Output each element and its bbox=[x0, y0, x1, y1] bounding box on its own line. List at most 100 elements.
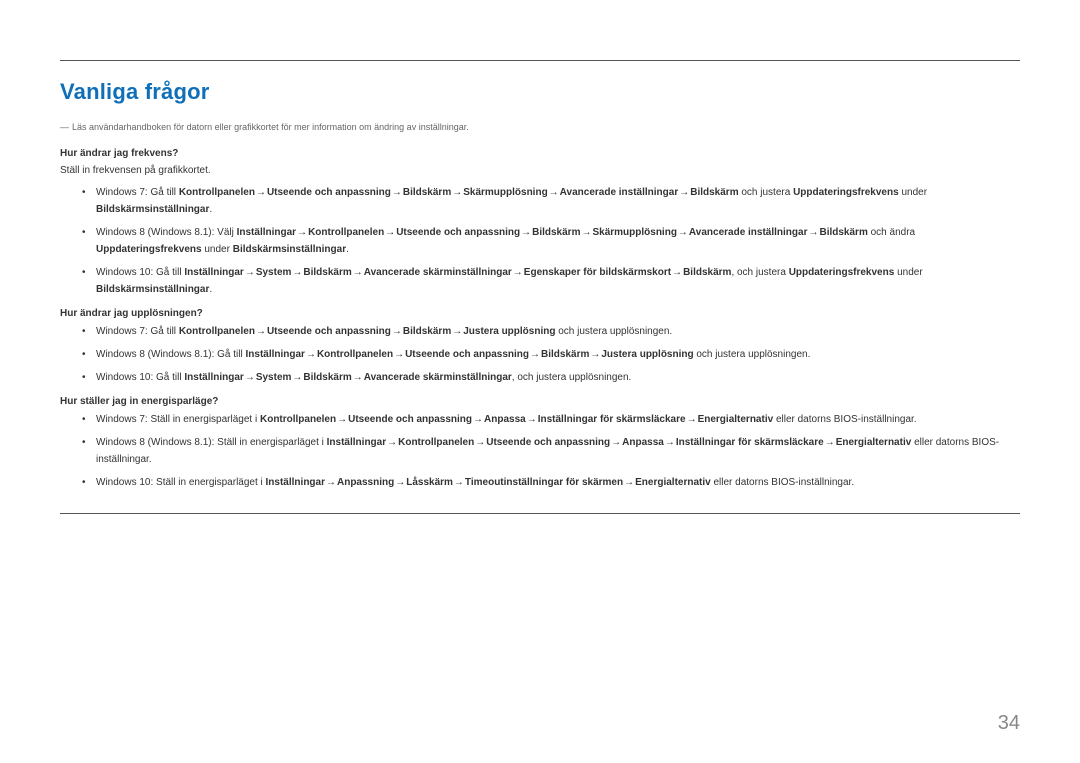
nav-path-segment: Energialternativ bbox=[836, 437, 912, 448]
nav-path-segment: Avancerade skärminställningar bbox=[364, 372, 512, 383]
arrow-icon: → bbox=[808, 224, 818, 241]
nav-path-segment: Bildskärm bbox=[819, 227, 867, 238]
nav-path-segment: Utseende och anpassning bbox=[267, 326, 391, 337]
nav-path-segment: Inställningar för skärmsläckare bbox=[676, 437, 824, 448]
nav-path-segment: Låsskärm bbox=[406, 477, 453, 488]
arrow-icon: → bbox=[527, 411, 537, 428]
nav-path-segment: Bildskärm bbox=[303, 372, 351, 383]
target-term: Uppdateringsfrekvens bbox=[789, 267, 895, 278]
nav-path-segment: Kontrollpanelen bbox=[308, 227, 384, 238]
list-item: Windows 8 (Windows 8.1): Välj Inställnin… bbox=[82, 224, 1020, 258]
arrow-icon: → bbox=[672, 264, 682, 281]
target-term: Uppdateringsfrekvens bbox=[793, 187, 899, 198]
list-item: Windows 7: Ställ in energisparläget i Ko… bbox=[82, 411, 1020, 428]
nav-path-segment: Kontrollpanelen bbox=[260, 414, 336, 425]
nav-path-segment: Inställningar bbox=[327, 437, 386, 448]
nav-path-segment: Skärmupplösning bbox=[463, 187, 547, 198]
arrow-icon: → bbox=[387, 434, 397, 451]
nav-path-segment: System bbox=[256, 372, 292, 383]
nav-path-segment: System bbox=[256, 267, 292, 278]
page-title: Vanliga frågor bbox=[60, 79, 1020, 105]
arrow-icon: → bbox=[245, 369, 255, 386]
arrow-icon: → bbox=[549, 184, 559, 201]
nav-path-segment: Energialternativ bbox=[635, 477, 711, 488]
nav-path-segment: Timeoutinställningar för skärmen bbox=[465, 477, 623, 488]
nav-path-segment: Inställningar bbox=[237, 227, 296, 238]
faq-sections: Hur ändrar jag frekvens? Ställ in frekven… bbox=[60, 148, 1020, 491]
nav-path-segment: Avancerade inställningar bbox=[689, 227, 808, 238]
arrow-icon: → bbox=[590, 346, 600, 363]
arrow-icon: → bbox=[825, 434, 835, 451]
arrow-icon: → bbox=[326, 474, 336, 491]
nav-path-segment: Utseende och anpassning bbox=[267, 187, 391, 198]
list-item: Windows 8 (Windows 8.1): Ställ in energi… bbox=[82, 434, 1020, 468]
nav-path-segment: Inställningar bbox=[184, 267, 243, 278]
arrow-icon: → bbox=[611, 434, 621, 451]
arrow-icon: → bbox=[513, 264, 523, 281]
nav-path-segment: Inställningar bbox=[246, 349, 305, 360]
arrow-icon: → bbox=[292, 369, 302, 386]
info-note: Läs användarhandboken för datorn eller g… bbox=[60, 121, 1020, 134]
nav-path-segment: Utseende och anpassning bbox=[396, 227, 520, 238]
arrow-icon: → bbox=[678, 224, 688, 241]
arrow-icon: → bbox=[665, 434, 675, 451]
nav-path-segment: Skärmupplösning bbox=[592, 227, 676, 238]
bullet-list: Windows 7: Gå till Kontrollpanelen → Uts… bbox=[82, 323, 1020, 386]
trail-term: Bildskärmsinställningar bbox=[233, 244, 346, 255]
nav-path-segment: Inställningar bbox=[266, 477, 325, 488]
list-item: Windows 10: Gå till Inställningar → Syst… bbox=[82, 369, 1020, 386]
nav-path-segment: Justera upplösning bbox=[463, 326, 555, 337]
nav-path-segment: Kontrollpanelen bbox=[179, 187, 255, 198]
bottom-rule bbox=[60, 513, 1020, 514]
faq-intro: Ställ in frekvensen på grafikkortet. bbox=[60, 163, 1020, 178]
page-number: 34 bbox=[998, 712, 1020, 735]
bullet-list: Windows 7: Ställ in energisparläget i Ko… bbox=[82, 411, 1020, 491]
arrow-icon: → bbox=[624, 474, 634, 491]
arrow-icon: → bbox=[353, 264, 363, 281]
arrow-icon: → bbox=[292, 264, 302, 281]
nav-path-segment: Justera upplösning bbox=[601, 349, 693, 360]
nav-path-segment: Bildskärm bbox=[303, 267, 351, 278]
document-page: Vanliga frågor Läs användarhandboken för… bbox=[0, 0, 1080, 763]
nav-path-segment: Anpassning bbox=[337, 477, 394, 488]
nav-path-segment: Kontrollpanelen bbox=[317, 349, 393, 360]
arrow-icon: → bbox=[452, 184, 462, 201]
arrow-icon: → bbox=[256, 184, 266, 201]
list-item: Windows 7: Gå till Kontrollpanelen → Uts… bbox=[82, 184, 1020, 218]
nav-path-segment: Bildskärm bbox=[403, 326, 451, 337]
arrow-icon: → bbox=[245, 264, 255, 281]
nav-path-segment: Bildskärm bbox=[532, 227, 580, 238]
list-item: Windows 8 (Windows 8.1): Gå till Inställ… bbox=[82, 346, 1020, 363]
arrow-icon: → bbox=[581, 224, 591, 241]
nav-path-segment: Avancerade inställningar bbox=[560, 187, 679, 198]
nav-path-segment: Kontrollpanelen bbox=[398, 437, 474, 448]
faq-question: Hur ändrar jag frekvens? bbox=[60, 148, 1020, 159]
arrow-icon: → bbox=[337, 411, 347, 428]
arrow-icon: → bbox=[687, 411, 697, 428]
nav-path-segment: Bildskärm bbox=[541, 349, 589, 360]
arrow-icon: → bbox=[297, 224, 307, 241]
nav-path-segment: Anpassa bbox=[484, 414, 526, 425]
arrow-icon: → bbox=[392, 323, 402, 340]
nav-path-segment: Egenskaper för bildskärmskort bbox=[524, 267, 671, 278]
list-item: Windows 10: Ställ in energisparläget i I… bbox=[82, 474, 1020, 491]
nav-path-segment: Anpassa bbox=[622, 437, 664, 448]
nav-path-segment: Bildskärm bbox=[690, 187, 738, 198]
arrow-icon: → bbox=[306, 346, 316, 363]
arrow-icon: → bbox=[473, 411, 483, 428]
nav-path-segment: Energialternativ bbox=[698, 414, 774, 425]
arrow-icon: → bbox=[256, 323, 266, 340]
nav-path-segment: Avancerade skärminställningar bbox=[364, 267, 512, 278]
trail-term: Bildskärmsinställningar bbox=[96, 284, 209, 295]
trail-term: Bildskärmsinställningar bbox=[96, 204, 209, 215]
arrow-icon: → bbox=[521, 224, 531, 241]
bullet-list: Windows 7: Gå till Kontrollpanelen → Uts… bbox=[82, 184, 1020, 298]
nav-path-segment: Utseende och anpassning bbox=[486, 437, 610, 448]
arrow-icon: → bbox=[392, 184, 402, 201]
nav-path-segment: Utseende och anpassning bbox=[348, 414, 472, 425]
nav-path-segment: Utseende och anpassning bbox=[405, 349, 529, 360]
arrow-icon: → bbox=[395, 474, 405, 491]
nav-path-segment: Kontrollpanelen bbox=[179, 326, 255, 337]
arrow-icon: → bbox=[679, 184, 689, 201]
nav-path-segment: Bildskärm bbox=[683, 267, 731, 278]
